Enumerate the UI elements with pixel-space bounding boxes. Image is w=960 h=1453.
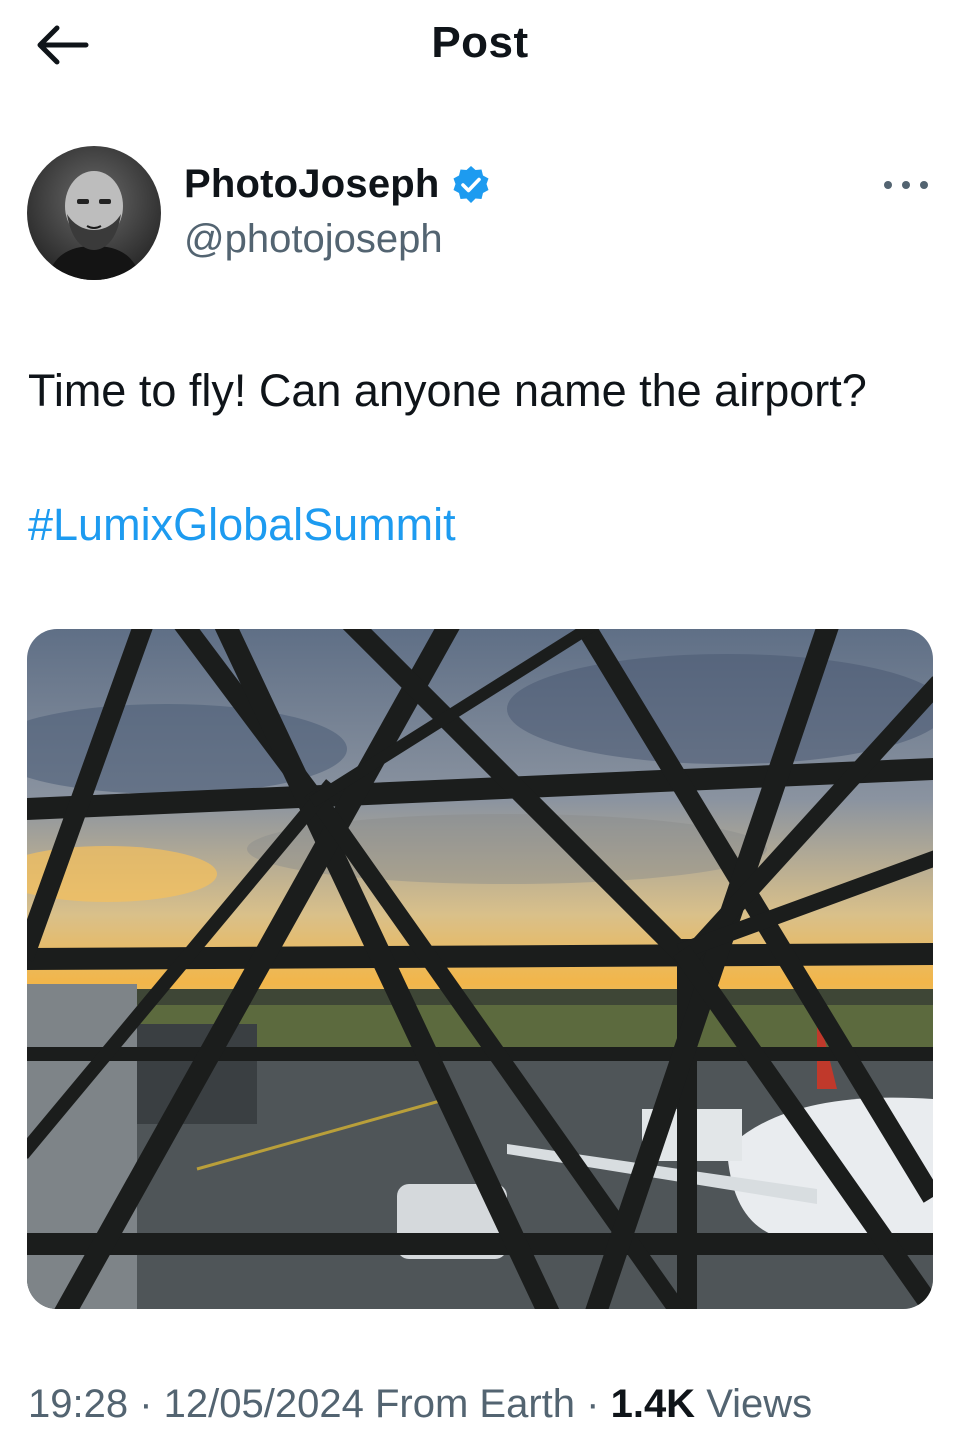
post-source: From Earth (374, 1382, 576, 1426)
verified-badge-icon (453, 165, 489, 203)
views-count[interactable]: 1.4K (611, 1382, 696, 1426)
more-options-icon[interactable] (878, 170, 934, 200)
post-text: Time to fly! Can anyone name the airport… (28, 365, 867, 416)
views-label: Views (706, 1382, 813, 1426)
post-date[interactable]: 12/05/2024 (164, 1382, 364, 1426)
author-handle[interactable]: @photojoseph (184, 217, 443, 262)
hashtag-link[interactable]: #LumixGlobalSummit (28, 495, 456, 555)
post-meta: 19:28 · 12/05/2024 From Earth · 1.4K Vie… (28, 1382, 813, 1426)
top-bar: Post (0, 0, 960, 90)
post-time[interactable]: 19:28 (28, 1382, 128, 1426)
author-name-row: PhotoJoseph (184, 162, 492, 207)
author-display-name[interactable]: PhotoJoseph (184, 162, 440, 207)
page-title: Post (431, 18, 529, 67)
avatar[interactable] (27, 146, 161, 280)
post-image[interactable] (27, 629, 933, 1309)
